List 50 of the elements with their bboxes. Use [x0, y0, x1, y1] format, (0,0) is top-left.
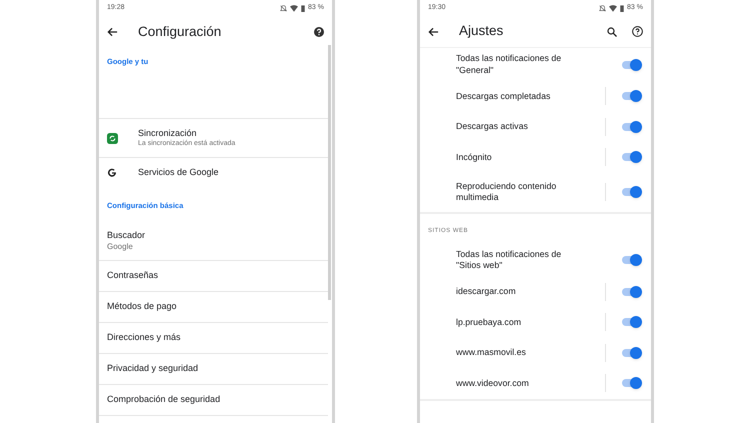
item-subtitle: Google [107, 242, 134, 252]
page-title: Ajustes [459, 22, 504, 40]
toggle-switch[interactable] [620, 286, 642, 298]
settings-item[interactable]: Métodos de pago [99, 292, 328, 323]
item-label: Direcciones y más [107, 332, 181, 344]
notification-label: Incógnito [456, 152, 493, 163]
notification-label: idescargar.com [456, 286, 517, 298]
notification-label: lp.pruebaya.com [456, 316, 522, 328]
notification-label: Descargas completadas [456, 90, 552, 102]
settings-item[interactable]: Privacidad y seguridad [99, 354, 328, 385]
toggle-switch[interactable] [620, 316, 642, 328]
notification-label: Reproduciendo contenido multimedia [456, 180, 558, 204]
item-label: Servicios de Google [138, 167, 219, 179]
toggle-switch[interactable] [620, 254, 642, 266]
notifications-off-icon [599, 4, 606, 12]
notification-label: Todas las notificaciones de "Sitios web" [456, 248, 562, 272]
help-icon[interactable] [314, 27, 324, 37]
settings-item[interactable]: Comprobación de seguridad [99, 385, 328, 416]
wifi-icon [290, 4, 298, 12]
back-arrow-icon[interactable] [107, 27, 118, 37]
help-icon[interactable] [632, 26, 643, 37]
sync-icon [107, 132, 118, 144]
item-label: Sincronización [138, 128, 198, 140]
toggle-switch[interactable] [620, 151, 642, 164]
toggle-switch[interactable] [620, 186, 642, 198]
scroll-bar[interactable] [328, 45, 331, 300]
battery-icon [301, 4, 306, 12]
notification-label: Descargas activas [456, 121, 529, 132]
wifi-icon [609, 4, 618, 12]
notification-label: www.masmovil.es [456, 347, 527, 358]
notification-label: www.videovor.com [456, 378, 530, 389]
notification-label: Todas las notificaciones de "General" [456, 53, 562, 76]
item-label: Buscador [107, 230, 146, 242]
back-arrow-icon[interactable] [428, 26, 439, 36]
toggle-switch[interactable] [620, 377, 642, 390]
toggle-switch[interactable] [620, 346, 642, 359]
toggle-switch[interactable] [620, 90, 642, 102]
item-label: Comprobación de seguridad [107, 394, 220, 406]
item-label: Métodos de pago [107, 301, 177, 313]
item-label: Privacidad y seguridad [107, 363, 198, 375]
settings-item[interactable]: Direcciones y más [99, 323, 328, 354]
battery-icon [620, 4, 624, 12]
toggle-switch[interactable] [620, 120, 642, 133]
toggle-switch[interactable] [620, 58, 642, 70]
settings-item[interactable]: Servicios de Google [99, 158, 328, 189]
notifications-off-icon [280, 4, 288, 12]
item-label: Contraseñas [107, 270, 158, 282]
google-g-icon [107, 168, 117, 178]
search-icon[interactable] [607, 26, 617, 36]
page-title: Configuración [138, 22, 222, 41]
